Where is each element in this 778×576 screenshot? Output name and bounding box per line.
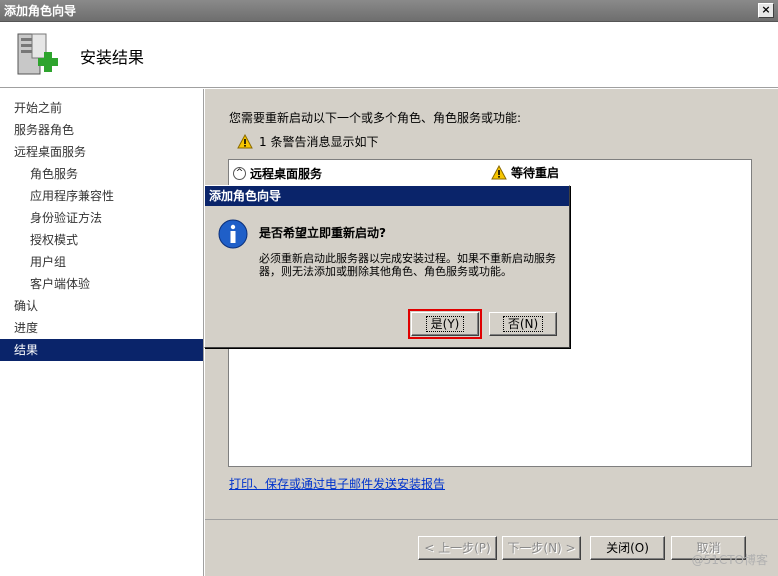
info-icon [218,219,248,249]
print-save-email-report-link[interactable]: 打印、保存或通过电子邮件发送安装报告 [229,475,445,492]
list-item: ^ 远程桌面服务 等待重启 [233,164,751,182]
window-close-button[interactable]: × [758,3,774,18]
window-titlebar: 添加角色向导 × [0,0,778,22]
server-roles-add-icon [17,33,58,75]
sidebar-item-progress[interactable]: 进度 [0,317,203,339]
sidebar-item-authentication-method[interactable]: 身份验证方法 [0,207,203,229]
no-button[interactable]: 否(N) [489,312,557,336]
sidebar-item-confirmation[interactable]: 确认 [0,295,203,317]
role-name: 远程桌面服务 [250,166,323,181]
sidebar-item-licensing-mode[interactable]: 授权模式 [0,229,203,251]
yes-button[interactable]: 是(Y) [408,309,482,339]
sidebar-item-results[interactable]: 结果 [0,339,203,361]
sidebar-item-app-compatibility[interactable]: 应用程序兼容性 [0,185,203,207]
dialog-description: 必须重新启动此服务器以完成安装过程。如果不重新启动服务器，则无法添加或删除其他角… [259,252,556,278]
watermark: @51CTO博客 [691,553,768,567]
next-button[interactable]: 下一步(N) > [502,536,581,560]
warning-summary-text: 1 条警告消息显示如下 [259,135,379,149]
restart-confirm-dialog: 添加角色向导 是否希望立即重新启动? 必须重新启动此服务器以完成安装过程。如果不… [204,185,570,348]
wizard-header: 安装结果 [0,22,778,88]
sidebar-item-role-services[interactable]: 角色服务 [0,163,203,185]
sidebar-item-before-you-begin[interactable]: 开始之前 [0,97,203,119]
sidebar-item-client-experience[interactable]: 客户端体验 [0,273,203,295]
previous-button[interactable]: < 上一步(P) [418,536,497,560]
window-title: 添加角色向导 [4,4,77,18]
sidebar-item-remote-desktop-services[interactable]: 远程桌面服务 [0,141,203,163]
page-title: 安装结果 [80,48,145,67]
wizard-steps-sidebar: 开始之前 服务器角色 远程桌面服务 角色服务 应用程序兼容性 身份验证方法 授权… [0,89,204,576]
role-status: 等待重启 [491,164,559,181]
sidebar-item-server-roles[interactable]: 服务器角色 [0,119,203,141]
restart-intro-text: 您需要重新启动以下一个或多个角色、角色服务或功能: [229,111,522,125]
warning-icon [237,134,253,149]
no-button-label: 否(N) [502,316,544,332]
sidebar-item-user-groups[interactable]: 用户组 [0,251,203,273]
warning-icon [491,165,507,180]
role-status-text: 等待重启 [511,166,560,180]
warning-summary: 1 条警告消息显示如下 [237,133,378,150]
yes-button-label: 是(Y) [425,316,465,332]
dialog-question: 是否希望立即重新启动? [259,226,386,240]
dialog-title: 添加角色向导 [205,186,569,206]
collapse-icon[interactable]: ^ [233,166,246,180]
close-button[interactable]: 关闭(O) [590,536,665,560]
